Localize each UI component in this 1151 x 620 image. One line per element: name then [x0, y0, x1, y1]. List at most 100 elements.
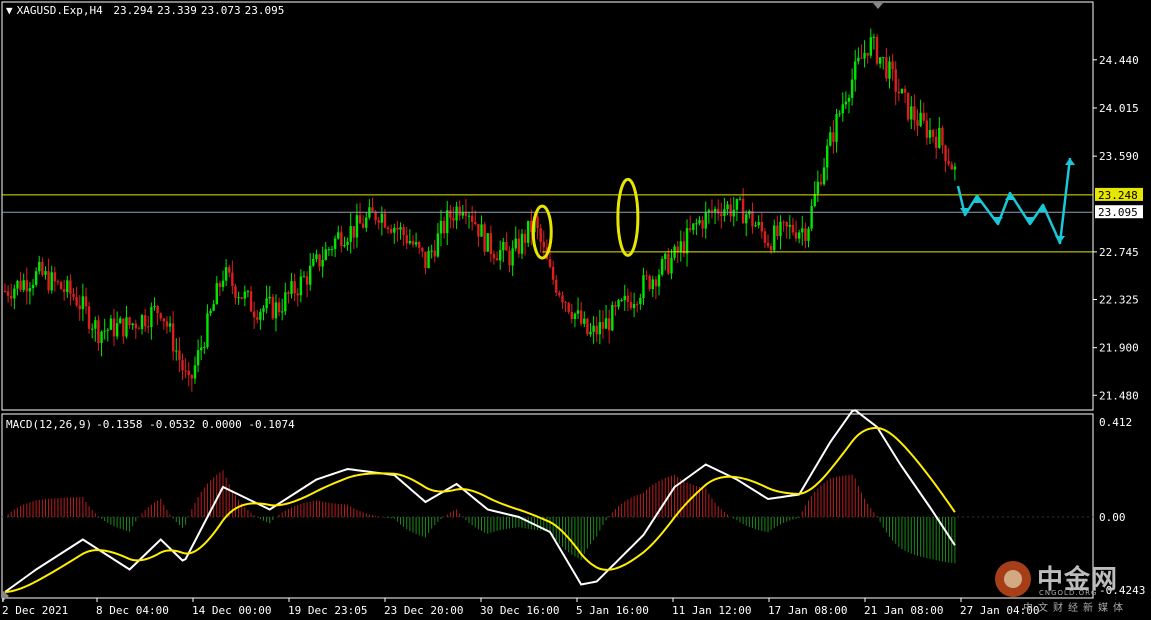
candle-body: [520, 233, 524, 254]
candle-body: [389, 229, 393, 233]
candle-body: [835, 114, 838, 142]
candle-body: [576, 310, 580, 314]
candle-body: [676, 246, 679, 253]
candle-body: [408, 240, 412, 244]
price-tick-label: 22.325: [1099, 294, 1139, 307]
candle-body: [495, 258, 499, 261]
candle-body: [162, 318, 166, 322]
candle-body: [489, 233, 493, 254]
candle-body: [502, 242, 505, 251]
candle-body: [34, 271, 38, 285]
candle-body: [62, 289, 66, 292]
candle-body: [358, 215, 362, 224]
candle-body: [913, 106, 916, 121]
candle-body: [670, 257, 673, 274]
candle-body: [941, 127, 944, 146]
candle-body: [492, 253, 496, 259]
candle-body: [134, 323, 138, 329]
candle-body: [847, 97, 851, 102]
candle-body: [931, 129, 935, 137]
candle-body: [741, 198, 745, 224]
candle-body: [137, 328, 141, 330]
candle-body: [38, 261, 41, 272]
macd-label: MACD(12,26,9): [6, 418, 93, 431]
candle-body: [206, 313, 209, 347]
candle-body: [536, 216, 539, 229]
candle-body: [109, 318, 113, 330]
candle-body: [178, 350, 181, 361]
candle-body: [218, 283, 222, 288]
candle-body: [284, 292, 287, 312]
candle-body: [175, 350, 178, 352]
candle-body: [567, 302, 570, 312]
candle-body: [797, 232, 801, 239]
candle-body: [374, 211, 377, 221]
candle-body: [894, 69, 897, 92]
trading-chart[interactable]: 24.440 24.015 23.590 22.745 22.325 21.900 21.4…: [0, 0, 1151, 620]
candle-body: [486, 233, 489, 252]
candle-body: [947, 161, 950, 165]
candle-body: [324, 249, 327, 260]
candle-body: [81, 296, 85, 310]
candle-body: [720, 213, 723, 216]
logo-site: CNGOLD.ORG: [1039, 589, 1098, 597]
candle-body: [231, 272, 234, 287]
candle-body: [925, 120, 929, 138]
high-value: 23.339: [157, 4, 197, 17]
candle-body: [228, 267, 231, 273]
candle-body: [854, 61, 857, 80]
candle-body: [365, 217, 368, 228]
candle-body: [3, 291, 7, 292]
macd-tick-label: 0.412: [1099, 416, 1132, 429]
candle-body: [193, 365, 197, 379]
candle-body: [268, 296, 271, 299]
candle-body: [458, 206, 461, 216]
candle-body: [165, 321, 169, 327]
candle-body: [832, 132, 835, 142]
candle-body: [617, 300, 620, 307]
candle-body: [377, 220, 380, 223]
symbol-menu-icon[interactable]: ▼: [6, 4, 13, 17]
time-tick-label: 21 Jan 08:00: [864, 604, 943, 617]
scroll-marker-icon[interactable]: [873, 3, 883, 9]
candle-body: [527, 220, 530, 243]
candle-body: [209, 310, 212, 314]
open-value: 23.294: [113, 4, 154, 17]
candle-body: [944, 145, 947, 162]
candle-body: [760, 222, 763, 232]
candle-body: [396, 228, 399, 230]
candle-body: [112, 318, 116, 337]
candle-body: [592, 325, 595, 332]
candle-body: [274, 302, 278, 319]
candle-body: [452, 217, 455, 221]
candle-body: [788, 224, 792, 227]
candle-body: [695, 223, 698, 225]
candle-body: [340, 232, 343, 247]
candle-body: [380, 213, 384, 223]
time-tick-label: 2 Dec 2021: [2, 604, 68, 617]
candle-body: [863, 52, 866, 59]
candle-body: [433, 250, 436, 257]
candle-body: [147, 326, 150, 328]
candle-body: [44, 271, 47, 275]
candle-body: [436, 233, 440, 257]
candle-body: [636, 303, 639, 305]
candle-body: [13, 288, 16, 299]
candle-body: [309, 265, 312, 285]
candle-body: [922, 112, 925, 121]
candle-body: [140, 315, 144, 329]
candle-body: [224, 267, 228, 281]
candle-body: [215, 283, 218, 305]
candle-body: [685, 228, 689, 254]
candle-body: [47, 271, 50, 291]
candle-body: [287, 292, 290, 294]
candle-body: [754, 225, 757, 227]
projection-arrowhead-icon: [1055, 236, 1065, 243]
candle-body: [813, 193, 816, 207]
candle-body: [262, 308, 265, 312]
candle-body: [277, 302, 281, 312]
macd-tick-label: 0.00: [1099, 511, 1126, 524]
candle-body: [237, 297, 240, 299]
candle-body: [399, 227, 402, 230]
candle-body: [156, 305, 159, 314]
